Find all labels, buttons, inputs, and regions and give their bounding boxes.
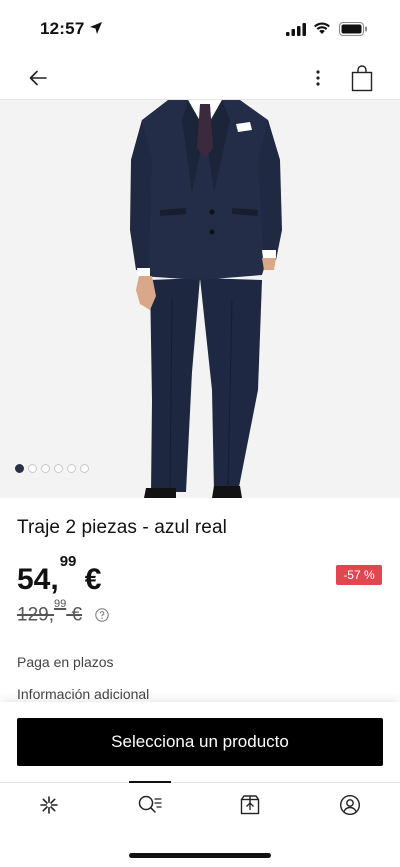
price-integer: 54, [17,563,59,596]
more-vertical-icon [316,70,320,86]
search-icon [138,795,162,813]
current-price: 54,99 € [17,553,102,597]
gallery-dot[interactable] [80,464,89,473]
gallery-pagination [15,464,89,473]
additional-info-link[interactable]: Información adicional [17,686,149,702]
product-title: Traje 2 piezas - azul real [17,517,227,538]
more-options-button[interactable] [306,62,330,94]
nav-bar [0,56,400,100]
product-image-gallery[interactable] [0,100,400,498]
home-indicator [129,853,271,858]
gallery-dot[interactable] [41,464,50,473]
discount-badge: -57 % [336,565,382,585]
select-product-button[interactable]: Selecciona un producto [17,718,383,766]
back-button[interactable] [24,62,56,94]
shopping-bag-icon [351,65,373,92]
installments-link[interactable]: Paga en plazos [17,654,114,670]
old-price-decimals: 99 [53,598,67,610]
original-price: 129,99 € [17,598,83,626]
battery-icon [339,22,367,36]
gallery-dot[interactable] [67,464,76,473]
wifi-icon [314,22,330,34]
gallery-dot[interactable] [54,464,63,473]
orders-box-icon [240,795,260,815]
tab-search[interactable] [130,791,170,819]
tab-orders[interactable] [230,791,270,819]
cellular-signal-icon [286,23,306,36]
gallery-dot[interactable] [15,464,24,473]
gallery-dot[interactable] [28,464,37,473]
product-photo [130,100,282,498]
active-tab-indicator [129,781,171,783]
arrow-left-icon [29,70,47,86]
status-time: 12:57 [40,19,85,38]
help-circle-icon[interactable] [95,608,109,622]
status-bar: 12:57 [0,0,400,60]
home-sparkle-icon [40,796,58,814]
account-icon [339,794,361,816]
old-price-integer: 129, [17,604,54,626]
price-currency: € [76,563,102,596]
tab-account[interactable] [330,791,370,819]
tab-home[interactable] [29,791,69,819]
price-decimals: 99 [59,553,77,570]
cart-button[interactable] [347,62,377,94]
location-arrow-icon [90,22,102,34]
old-price-currency: € [66,604,83,626]
cta-area: Selecciona un producto [0,702,400,782]
